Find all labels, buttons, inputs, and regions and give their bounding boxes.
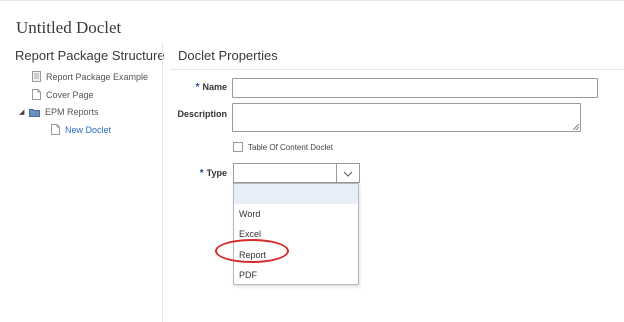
- type-option-excel[interactable]: Excel: [239, 229, 261, 239]
- tree-item-label: EPM Reports: [45, 107, 99, 117]
- properties-section-title: Doclet Properties: [178, 48, 278, 63]
- tree-item-label: New Doclet: [65, 124, 112, 135]
- tree-item-new-doclet[interactable]: New Doclet: [51, 124, 111, 135]
- annotation-highlight-ellipse: [215, 239, 289, 263]
- type-select-toggle[interactable]: [336, 163, 360, 183]
- type-dropdown-list: Word Excel Report PDF: [233, 183, 359, 285]
- tree-item-epm-reports[interactable]: ◢ EPM Reports: [19, 107, 99, 117]
- tree-item-cover-page[interactable]: Cover Page: [32, 89, 94, 100]
- type-select[interactable]: [233, 163, 360, 183]
- type-option-blank[interactable]: [234, 184, 358, 204]
- document-icon: [32, 89, 41, 100]
- tree-section-title: Report Package Structure: [15, 48, 165, 63]
- type-label: * Type: [199, 168, 227, 179]
- document-icon: [51, 124, 60, 135]
- type-option-pdf[interactable]: PDF: [239, 270, 257, 280]
- report-package-icon: [32, 71, 41, 82]
- expand-triangle-icon[interactable]: ◢: [19, 108, 29, 116]
- page-title: Untitled Doclet: [16, 18, 122, 37]
- tree-item-label: Cover Page: [46, 89, 94, 100]
- folder-icon: [29, 108, 40, 117]
- name-input[interactable]: [232, 78, 598, 98]
- toc-doclet-checkbox[interactable]: [233, 142, 243, 152]
- properties-divider: [170, 69, 624, 70]
- description-textarea[interactable]: [232, 103, 581, 132]
- toc-doclet-checkbox-label: Table Of Content Doclet: [248, 143, 333, 152]
- required-marker: *: [199, 168, 204, 179]
- tree-item-report-package-example[interactable]: Report Package Example: [32, 71, 148, 82]
- resize-grip-icon[interactable]: [573, 124, 579, 130]
- required-marker: *: [195, 82, 200, 93]
- tree-item-label: Report Package Example: [46, 71, 149, 82]
- type-option-word[interactable]: Word: [239, 209, 260, 219]
- description-label: Description: [177, 109, 227, 119]
- name-label: * Name: [195, 82, 227, 93]
- panel-divider: [162, 42, 163, 322]
- chevron-down-icon: [343, 164, 353, 182]
- top-border: [0, 0, 624, 1]
